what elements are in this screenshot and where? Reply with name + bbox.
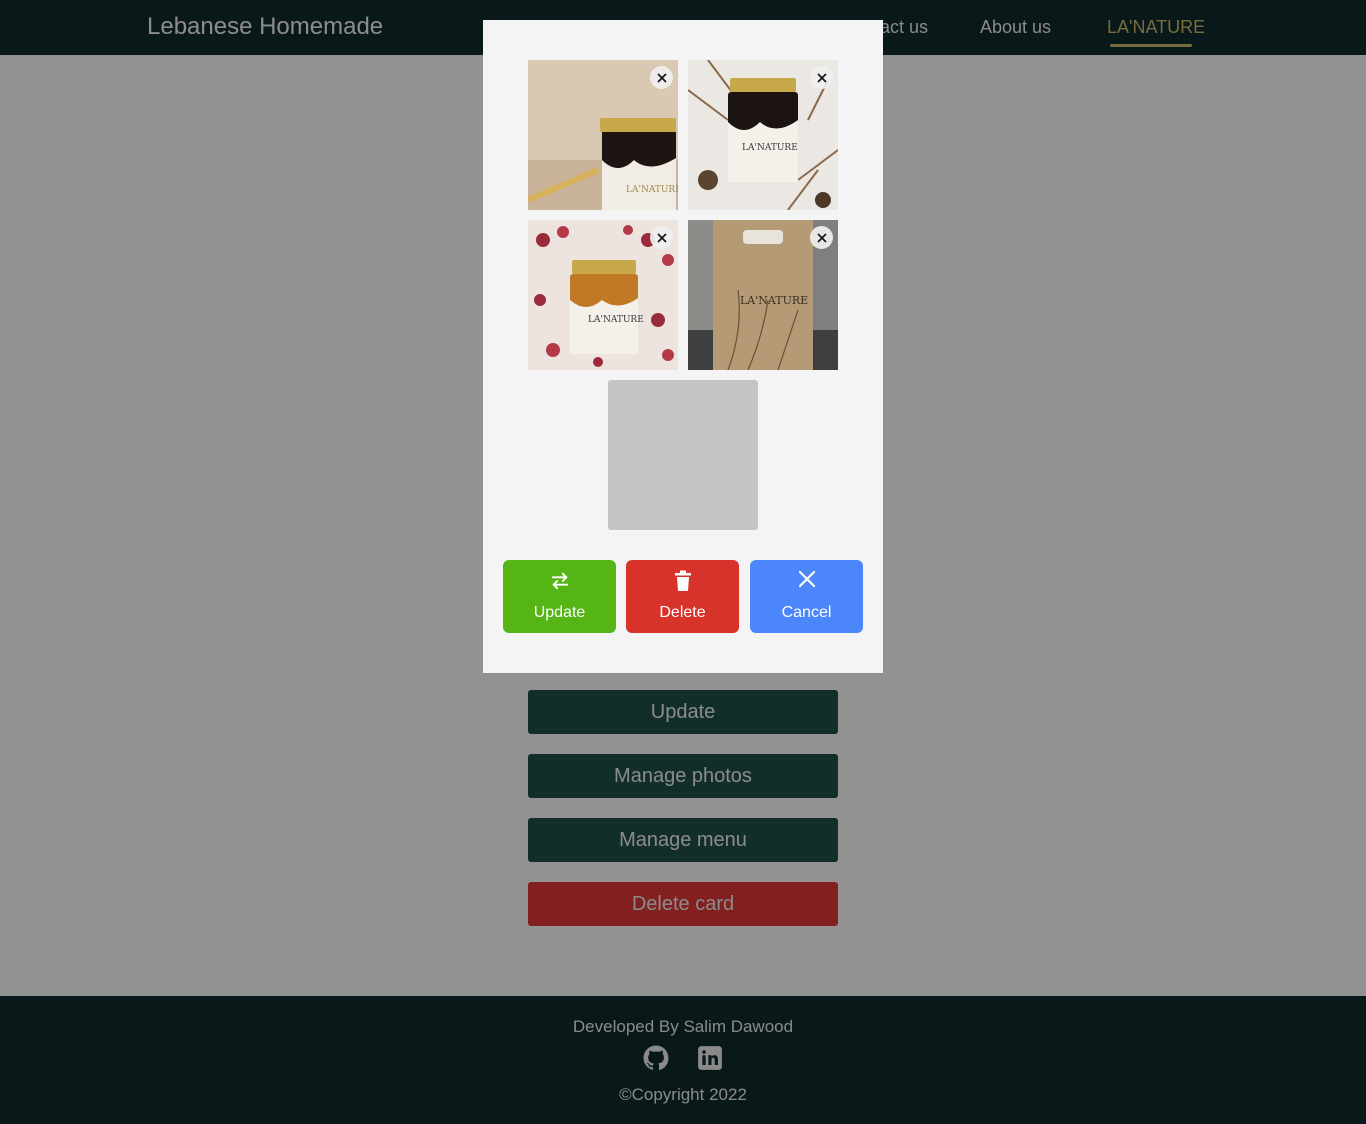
photo-thumbnail[interactable]: LA'NATURE bbox=[528, 60, 678, 210]
close-icon bbox=[656, 232, 667, 243]
close-icon bbox=[816, 232, 827, 243]
cancel-label: Cancel bbox=[781, 604, 832, 621]
close-icon bbox=[656, 72, 667, 83]
photo-thumbnail[interactable]: LA'NATURE bbox=[528, 220, 678, 370]
swap-arrows-icon bbox=[503, 570, 616, 594]
jar-brand-text: LA'NATURE bbox=[588, 315, 644, 325]
cancel-button[interactable]: Cancel bbox=[750, 560, 863, 633]
remove-photo-button[interactable] bbox=[810, 66, 833, 89]
trash-icon bbox=[626, 570, 739, 594]
remove-photo-button[interactable] bbox=[810, 226, 833, 249]
remove-photo-button[interactable] bbox=[650, 226, 673, 249]
add-photo-slot[interactable] bbox=[608, 380, 758, 530]
manage-photos-modal: LA'NATURE LA'NATURE LA'NATURE LA'NATURE … bbox=[483, 20, 883, 673]
photo-thumbnail[interactable]: LA'NATURE bbox=[688, 60, 838, 210]
close-icon bbox=[750, 570, 863, 594]
photo-thumbnail[interactable]: LA'NATURE bbox=[688, 220, 838, 370]
jar-brand-text: LA'NATURE bbox=[742, 143, 798, 153]
delete-label: Delete bbox=[659, 604, 706, 621]
update-photos-button[interactable]: Update bbox=[503, 560, 616, 633]
box-brand-text: LA'NATURE bbox=[740, 294, 808, 307]
close-icon bbox=[816, 72, 827, 83]
remove-photo-button[interactable] bbox=[650, 66, 673, 89]
update-label: Update bbox=[533, 604, 586, 621]
jar-brand-text: LA'NATURE bbox=[626, 185, 678, 195]
delete-photos-button[interactable]: Delete bbox=[626, 560, 739, 633]
